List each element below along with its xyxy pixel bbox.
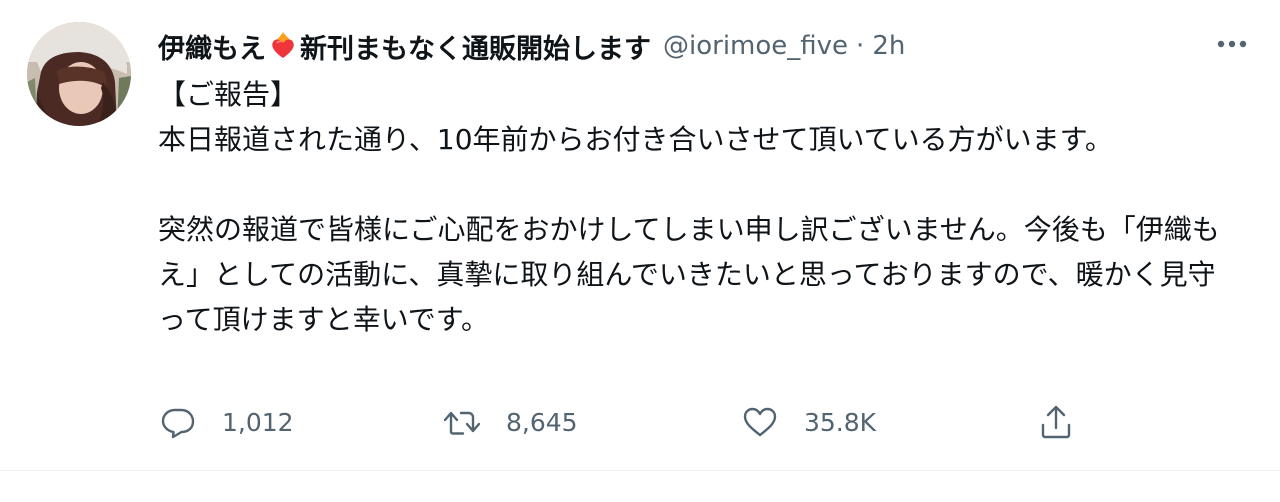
avatar[interactable]: [27, 22, 131, 126]
tweet-text: 【ご報告】 本日報道された通り、10年前からお付き合いさせて頂いている方がいます…: [158, 78, 1220, 336]
speech-bubble-icon: [158, 402, 198, 442]
separator-dot: ·: [856, 31, 865, 61]
more-options-button[interactable]: [1214, 30, 1250, 58]
retweet-arrows-icon: [442, 402, 482, 442]
tweet-header: 伊織もえ 新刊まもなく通販開始します @iorimoe_five · 2h: [158, 26, 905, 66]
timeline-below: [0, 471, 1280, 502]
share-button[interactable]: [1036, 402, 1076, 442]
user-handle[interactable]: @iorimoe_five: [663, 31, 848, 61]
like-button[interactable]: 35.8K: [740, 402, 876, 442]
heart-outline-icon: [740, 402, 780, 442]
retweet-count: 8,645: [506, 407, 578, 437]
tweet-card[interactable]: 伊織もえ 新刊まもなく通販開始します @iorimoe_five · 2h 【ご…: [0, 0, 1280, 470]
display-name[interactable]: 伊織もえ 新刊まもなく通販開始します: [158, 27, 651, 66]
like-count: 35.8K: [804, 407, 877, 437]
timestamp[interactable]: 2h: [872, 31, 905, 61]
reply-count: 1,012: [222, 407, 294, 437]
heart-fire-emoji-icon: [267, 30, 299, 62]
share-upload-icon: [1036, 402, 1076, 442]
display-name-part2: 新刊まもなく通販開始します: [300, 33, 651, 65]
retweet-button[interactable]: 8,645: [442, 402, 578, 442]
avatar-image: [27, 22, 131, 126]
tweet-actions: 1,012 8,645 35.8K: [158, 402, 1088, 442]
more-dots-icon: [1217, 40, 1247, 48]
reply-button[interactable]: 1,012: [158, 402, 294, 442]
display-name-part1: 伊織もえ: [158, 33, 266, 65]
